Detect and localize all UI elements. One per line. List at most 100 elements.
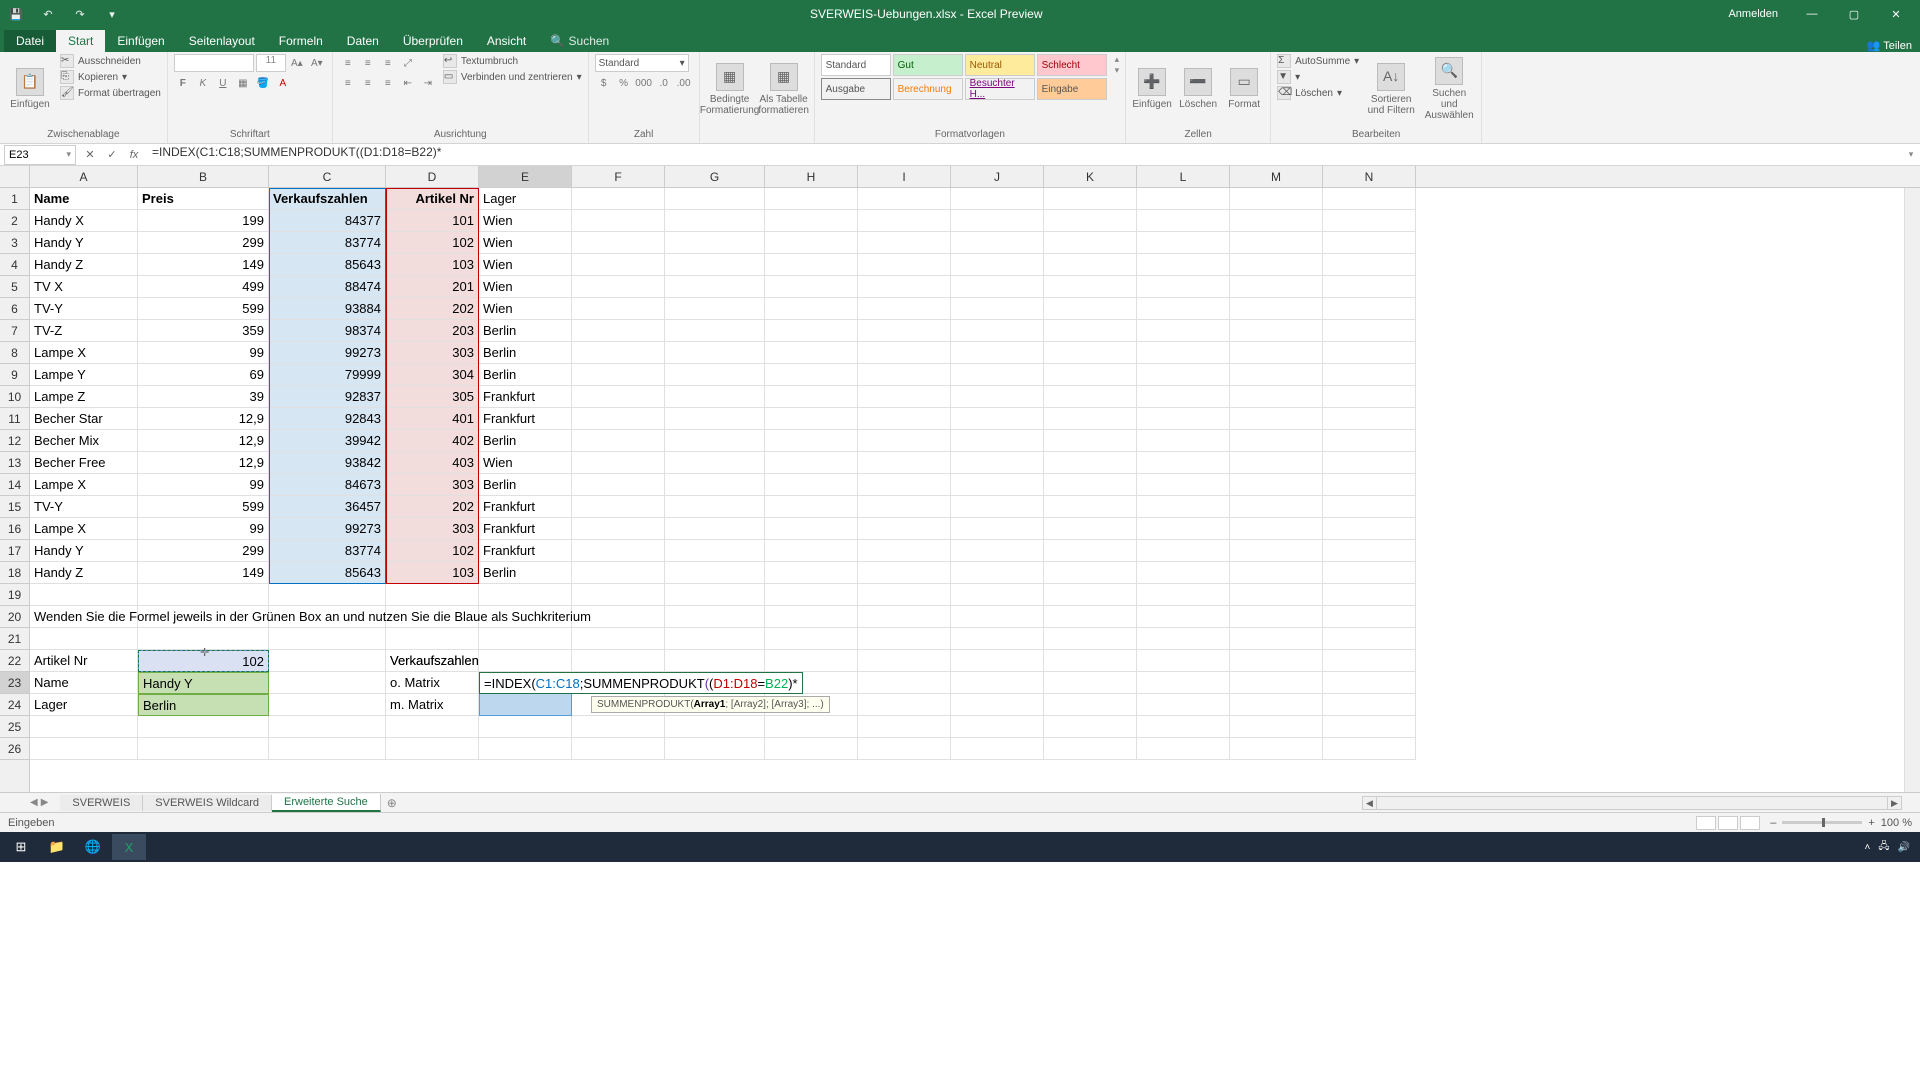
view-page-break-button[interactable] xyxy=(1740,816,1760,830)
zoom-slider[interactable] xyxy=(1782,821,1862,824)
cell-D1[interactable]: Artikel Nr xyxy=(386,188,479,210)
cell-C13[interactable]: 93842 xyxy=(269,452,386,474)
shrink-font-button[interactable]: A▾ xyxy=(308,54,326,72)
sheet-nav-next-icon[interactable]: ▶ xyxy=(41,797,49,808)
style-calc[interactable]: Berechnung xyxy=(893,78,963,100)
col-header-A[interactable]: A xyxy=(30,166,138,187)
cell-B24[interactable]: Berlin xyxy=(138,694,269,716)
cell-A24[interactable]: Lager xyxy=(30,694,138,716)
cell-A9[interactable]: Lampe Y xyxy=(30,364,138,386)
cell-E23-editing[interactable]: =INDEX(C1:C18;SUMMENPRODUKT((D1:D18=B22)… xyxy=(479,672,803,694)
cell-E10[interactable]: Frankfurt xyxy=(479,386,572,408)
row-header-18[interactable]: 18 xyxy=(0,562,29,584)
cell-D2[interactable]: 101 xyxy=(386,210,479,232)
copy-button[interactable]: ⎘Kopieren ▾ xyxy=(60,70,161,84)
cell-E12[interactable]: Berlin xyxy=(479,430,572,452)
tab-file[interactable]: Datei xyxy=(4,30,56,52)
cell-B13[interactable]: 12,9 xyxy=(138,452,269,474)
orientation-button[interactable]: ⤢ xyxy=(399,54,417,72)
cell-B2[interactable]: 199 xyxy=(138,210,269,232)
col-header-J[interactable]: J xyxy=(951,166,1044,187)
row-header-6[interactable]: 6 xyxy=(0,298,29,320)
cell-A6[interactable]: TV-Y xyxy=(30,298,138,320)
row-header-13[interactable]: 13 xyxy=(0,452,29,474)
cell-B1[interactable]: Preis xyxy=(138,188,269,210)
style-visited[interactable]: Besuchter H... xyxy=(965,78,1035,100)
start-menu-button[interactable]: ⊞ xyxy=(4,834,38,860)
col-header-K[interactable]: K xyxy=(1044,166,1137,187)
cell-E8[interactable]: Berlin xyxy=(479,342,572,364)
cell-C9[interactable]: 79999 xyxy=(269,364,386,386)
cell-A22[interactable]: Artikel Nr xyxy=(30,650,138,672)
styles-scroll-up-icon[interactable]: ▴ xyxy=(1115,54,1120,65)
cell-B7[interactable]: 359 xyxy=(138,320,269,342)
cell-C4[interactable]: 85643 xyxy=(269,254,386,276)
cell-B18[interactable]: 149 xyxy=(138,562,269,584)
tab-formulas[interactable]: Formeln xyxy=(267,30,335,52)
inc-decimal-button[interactable]: .0 xyxy=(655,74,673,92)
cell-E14[interactable]: Berlin xyxy=(479,474,572,496)
cell-E17[interactable]: Frankfurt xyxy=(479,540,572,562)
cell-D7[interactable]: 203 xyxy=(386,320,479,342)
cell-B4[interactable]: 149 xyxy=(138,254,269,276)
paste-button[interactable]: 📋Einfügen xyxy=(6,54,54,124)
cell-A1[interactable]: Name xyxy=(30,188,138,210)
cell-D12[interactable]: 402 xyxy=(386,430,479,452)
cell-D9[interactable]: 304 xyxy=(386,364,479,386)
sheet-tab-sverweis[interactable]: SVERWEIS xyxy=(60,795,143,811)
cell-A13[interactable]: Becher Free xyxy=(30,452,138,474)
cell-D15[interactable]: 202 xyxy=(386,496,479,518)
tab-review[interactable]: Überprüfen xyxy=(391,30,475,52)
cell-A7[interactable]: TV-Z xyxy=(30,320,138,342)
cell-C11[interactable]: 92843 xyxy=(269,408,386,430)
share-button[interactable]: 👥 Teilen xyxy=(1867,39,1912,52)
spreadsheet-grid[interactable]: ABCDEFGHIJKLMN 1234567891011121314151617… xyxy=(0,166,1920,792)
cell-E9[interactable]: Berlin xyxy=(479,364,572,386)
align-center-button[interactable]: ≡ xyxy=(359,74,377,92)
cell-C2[interactable]: 84377 xyxy=(269,210,386,232)
cell-D17[interactable]: 102 xyxy=(386,540,479,562)
cell-C17[interactable]: 83774 xyxy=(269,540,386,562)
row-header-23[interactable]: 23 xyxy=(0,672,29,694)
cell-B11[interactable]: 12,9 xyxy=(138,408,269,430)
cell-E3[interactable]: Wien xyxy=(479,232,572,254)
align-bottom-button[interactable]: ≡ xyxy=(379,54,397,72)
delete-cells-button[interactable]: ➖Löschen xyxy=(1178,54,1218,124)
cell-D10[interactable]: 305 xyxy=(386,386,479,408)
cell-C15[interactable]: 36457 xyxy=(269,496,386,518)
cell-D13[interactable]: 403 xyxy=(386,452,479,474)
cell-C14[interactable]: 84673 xyxy=(269,474,386,496)
tray-up-icon[interactable]: ˄ xyxy=(1865,842,1871,853)
cell-B17[interactable]: 299 xyxy=(138,540,269,562)
align-right-button[interactable]: ≡ xyxy=(379,74,397,92)
save-icon[interactable]: 💾 xyxy=(4,4,28,24)
cell-E5[interactable]: Wien xyxy=(479,276,572,298)
row-header-26[interactable]: 26 xyxy=(0,738,29,760)
percent-button[interactable]: % xyxy=(615,74,633,92)
cell-A2[interactable]: Handy X xyxy=(30,210,138,232)
align-top-button[interactable]: ≡ xyxy=(339,54,357,72)
close-button[interactable]: ✕ xyxy=(1876,0,1916,28)
row-header-12[interactable]: 12 xyxy=(0,430,29,452)
styles-scroll-down-icon[interactable]: ▾ xyxy=(1115,65,1120,76)
indent-dec-button[interactable]: ⇤ xyxy=(399,74,417,92)
cell-E7[interactable]: Berlin xyxy=(479,320,572,342)
cell-A15[interactable]: TV-Y xyxy=(30,496,138,518)
style-output[interactable]: Ausgabe xyxy=(821,78,891,100)
row-header-20[interactable]: 20 xyxy=(0,606,29,628)
autosum-button[interactable]: ΣAutoSumme ▾ xyxy=(1277,54,1359,68)
tray-network-icon[interactable]: 🖧 xyxy=(1878,839,1889,856)
maximize-button[interactable]: ▢ xyxy=(1834,0,1874,28)
cell-B12[interactable]: 12,9 xyxy=(138,430,269,452)
cell-E2[interactable]: Wien xyxy=(479,210,572,232)
formula-input[interactable]: =INDEX(C1:C18;SUMMENPRODUKT((D1:D18=B22)… xyxy=(148,145,1902,165)
format-painter-button[interactable]: 🖌Format übertragen xyxy=(60,86,161,100)
cell-C8[interactable]: 99273 xyxy=(269,342,386,364)
cell-B14[interactable]: 99 xyxy=(138,474,269,496)
col-header-I[interactable]: I xyxy=(858,166,951,187)
row-header-7[interactable]: 7 xyxy=(0,320,29,342)
qat-more-icon[interactable]: ▾ xyxy=(100,4,124,24)
cell-D11[interactable]: 401 xyxy=(386,408,479,430)
clear-button[interactable]: ⌫Löschen ▾ xyxy=(1277,86,1359,100)
cell-A12[interactable]: Becher Mix xyxy=(30,430,138,452)
